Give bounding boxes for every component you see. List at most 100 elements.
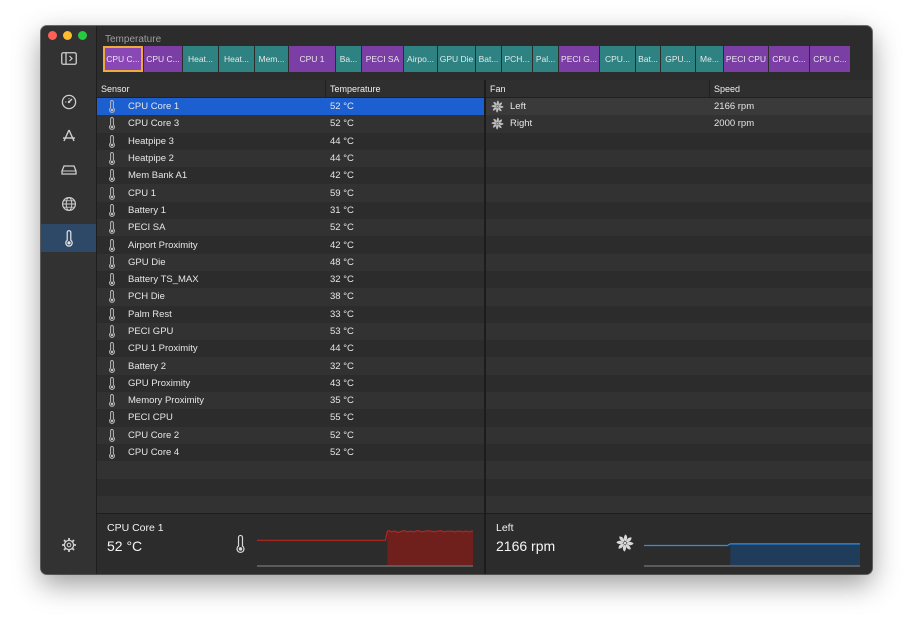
table-row[interactable]: Left 2166 rpm: [486, 98, 872, 116]
thermometer-icon: [105, 238, 119, 252]
app-store-icon: [62, 129, 75, 142]
column-header-sensor[interactable]: Sensor: [97, 80, 326, 97]
sensor-name: Battery TS_MAX: [128, 274, 199, 286]
empty-row: [486, 219, 872, 237]
table-row[interactable]: Memory Proximity 35 °C: [97, 392, 484, 410]
sensor-tab[interactable]: Airpo...: [404, 46, 437, 72]
table-row[interactable]: Right 2000 rpm: [486, 115, 872, 133]
table-row[interactable]: CPU Core 3 52 °C: [97, 115, 484, 133]
sensor-tab[interactable]: Heat...: [219, 46, 254, 72]
sensor-name: Heatpipe 3: [128, 135, 174, 147]
table-row[interactable]: PECI SA 52 °C: [97, 219, 484, 237]
empty-row: [486, 184, 872, 202]
table-row[interactable]: Mem Bank A1 42 °C: [97, 167, 484, 185]
fan-speed-history-graph: [644, 543, 860, 567]
sensor-temperature: 32 °C: [330, 360, 354, 372]
empty-row: [486, 340, 872, 358]
sensor-tab[interactable]: Mem...: [255, 46, 288, 72]
table-row[interactable]: PCH Die 38 °C: [97, 288, 484, 306]
sensor-tab[interactable]: CPU C...: [810, 46, 850, 72]
sensor-tab[interactable]: Me...: [696, 46, 723, 72]
table-row[interactable]: PECI CPU 55 °C: [97, 409, 484, 427]
sensor-tab[interactable]: CPU C...: [144, 46, 182, 72]
sensor-temperature: 33 °C: [330, 308, 354, 320]
sensor-temperature: 55 °C: [330, 412, 354, 424]
table-row[interactable]: Battery TS_MAX 32 °C: [97, 270, 484, 289]
empty-row: [486, 478, 872, 496]
thermometer-icon: [105, 169, 119, 183]
table-row[interactable]: Palm Rest 33 °C: [97, 305, 484, 323]
sensor-tab[interactable]: Bat...: [476, 46, 501, 72]
empty-row: [486, 270, 872, 289]
empty-row: [97, 478, 484, 496]
sensor-tab[interactable]: CPU C...: [103, 46, 143, 72]
sensor-temperature: 53 °C: [330, 326, 354, 337]
sensor-tab[interactable]: PECI G...: [559, 46, 599, 72]
sensor-tab[interactable]: PCH...: [502, 46, 532, 72]
sensor-tab[interactable]: Pal...: [533, 46, 558, 72]
sensor-tab[interactable]: PECI SA: [362, 46, 403, 72]
sidebar: [41, 26, 97, 574]
sidebar-item-gauge[interactable]: [41, 88, 96, 116]
empty-row: [486, 149, 872, 168]
table-row[interactable]: GPU Proximity 43 °C: [97, 374, 484, 393]
table-row[interactable]: CPU 1 59 °C: [97, 184, 484, 202]
sensor-name: CPU Core 1: [128, 101, 180, 113]
sidebar-item-network[interactable]: [41, 190, 96, 218]
column-header-temperature[interactable]: Temperature: [326, 80, 484, 97]
thermometer-icon: [236, 534, 245, 554]
sensor-name: PECI SA: [128, 222, 166, 234]
sensor-temperature: 52 °C: [330, 447, 354, 459]
zoom-button[interactable]: [78, 31, 87, 40]
table-row[interactable]: PECI GPU 53 °C: [97, 322, 484, 341]
column-header-fan[interactable]: Fan: [486, 80, 710, 97]
sensor-name: Battery 2: [128, 360, 167, 372]
sensor-tab[interactable]: Ba...: [336, 46, 361, 72]
table-row[interactable]: CPU Core 2 52 °C: [97, 426, 484, 444]
table-row[interactable]: Airport Proximity 42 °C: [97, 236, 484, 254]
fan-table-header: Fan Speed: [486, 80, 872, 98]
sensor-temperature: 52 °C: [330, 101, 354, 113]
sensor-tab[interactable]: PECI CPU: [724, 46, 768, 72]
sensor-tab[interactable]: Bat...: [636, 46, 660, 72]
detail-sensor-value: 52 °C: [107, 538, 143, 554]
fan-table-body: Left 2166 rpm Right 2000 rpm: [486, 98, 872, 514]
sensor-temperature: 38 °C: [330, 291, 354, 303]
window-controls: [48, 31, 87, 40]
sensor-tab[interactable]: CPU 1: [289, 46, 335, 72]
table-row[interactable]: Heatpipe 2 44 °C: [97, 149, 484, 168]
table-row[interactable]: Heatpipe 3 44 °C: [97, 132, 484, 150]
minimize-button[interactable]: [63, 31, 72, 40]
sensor-temperature: 43 °C: [330, 377, 354, 389]
drive-icon: [60, 165, 77, 175]
gear-icon: [61, 538, 76, 552]
empty-row: [486, 443, 872, 462]
sensor-tab[interactable]: GPU...: [661, 46, 695, 72]
sensor-temperature: 52 °C: [330, 222, 354, 234]
empty-row: [486, 374, 872, 393]
sidebar-item-disk[interactable]: [41, 156, 96, 184]
sensor-name: CPU Core 2: [128, 429, 180, 441]
sensor-tab[interactable]: Heat...: [183, 46, 218, 72]
sensor-tab[interactable]: CPU...: [600, 46, 635, 72]
sidebar-toggle-button[interactable]: [41, 44, 96, 72]
thermometer-icon: [105, 255, 119, 269]
sidebar-item-processes[interactable]: [41, 122, 96, 150]
table-row[interactable]: CPU Core 4 52 °C: [97, 443, 484, 462]
table-row[interactable]: GPU Die 48 °C: [97, 253, 484, 271]
empty-row: [486, 305, 872, 323]
table-row[interactable]: CPU 1 Proximity 44 °C: [97, 340, 484, 358]
table-row[interactable]: CPU Core 1 52 °C: [97, 98, 484, 116]
column-header-speed[interactable]: Speed: [710, 80, 872, 97]
sensor-tab-strip: CPU C... CPU C... Heat... Heat... Mem... CPU …: [103, 46, 871, 72]
table-row[interactable]: Battery 1 31 °C: [97, 201, 484, 220]
close-button[interactable]: [48, 31, 57, 40]
sensor-tab[interactable]: GPU Die: [438, 46, 475, 72]
table-row[interactable]: Battery 2 32 °C: [97, 357, 484, 375]
globe-icon: [61, 196, 76, 212]
sidebar-item-temperature[interactable]: [41, 224, 96, 252]
sensor-name: PCH Die: [128, 291, 165, 303]
settings-button[interactable]: [41, 531, 96, 559]
sensor-tab[interactable]: CPU C...: [769, 46, 809, 72]
sensor-name: CPU 1: [128, 187, 156, 199]
